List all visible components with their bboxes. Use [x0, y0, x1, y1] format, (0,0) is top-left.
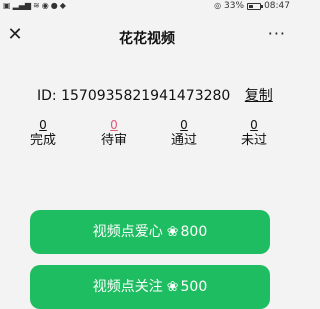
- eye-icon: ◎: [214, 1, 222, 10]
- flower-icon: ❀: [166, 224, 179, 240]
- nav-bar: ✕ 花花视频 ···: [0, 18, 294, 56]
- clock: 08:47: [264, 1, 290, 11]
- flower-icon: ❀: [166, 279, 179, 295]
- battery-percent: 33%: [224, 1, 245, 11]
- id-label: ID:: [37, 88, 57, 104]
- stat-pending-label: 待审: [100, 133, 127, 148]
- stat-rejected-label: 未过: [240, 133, 267, 148]
- app-icon: ◆: [59, 1, 66, 10]
- sim-icon: ▣: [3, 1, 11, 10]
- battery-icon: [247, 2, 264, 10]
- follow-video-button[interactable]: 视频点关注 ❀ 500: [30, 265, 270, 309]
- follow-video-points: 500: [180, 279, 208, 295]
- stat-pending-count: 0: [110, 118, 118, 132]
- stat-approved[interactable]: 0 通过: [164, 118, 204, 149]
- stat-approved-label: 通过: [170, 133, 197, 148]
- status-bar: ▣ ▂▄▆ ≋ ◉ ● ◆ ◎ 33% 08:47: [0, 0, 294, 14]
- like-video-points: 800: [180, 224, 208, 240]
- wifi-icon: ≋: [33, 1, 40, 10]
- status-left-icons: ▣ ▂▄▆ ≋ ◉ ● ◆: [3, 1, 66, 11]
- page-title: 花花视频: [119, 31, 175, 47]
- follow-video-label: 视频点关注: [92, 279, 163, 295]
- stat-approved-count: 0: [180, 118, 188, 132]
- like-video-label: 视频点爱心: [92, 224, 163, 240]
- signal-icon: ▂▄▆: [12, 1, 32, 10]
- status-right: ◎ 33% 08:47: [214, 1, 290, 11]
- like-video-button[interactable]: 视频点爱心 ❀ 800: [30, 210, 270, 254]
- stat-completed-count: 0: [39, 118, 47, 132]
- location-icon: ◉: [41, 1, 49, 10]
- more-icon[interactable]: ···: [268, 24, 286, 43]
- stat-completed[interactable]: 0 完成: [23, 118, 63, 149]
- id-value: 1570935821941473280: [61, 88, 231, 104]
- stat-rejected-count: 0: [250, 118, 258, 132]
- stat-rejected[interactable]: 0 未过: [234, 118, 274, 149]
- copy-id-link[interactable]: 复制: [245, 88, 273, 104]
- stat-pending[interactable]: 0 待审: [94, 118, 134, 149]
- account-id-row: ID: 1570935821941473280 复制: [37, 85, 273, 105]
- wechat-icon: ●: [50, 1, 58, 10]
- stat-completed-label: 完成: [29, 133, 56, 148]
